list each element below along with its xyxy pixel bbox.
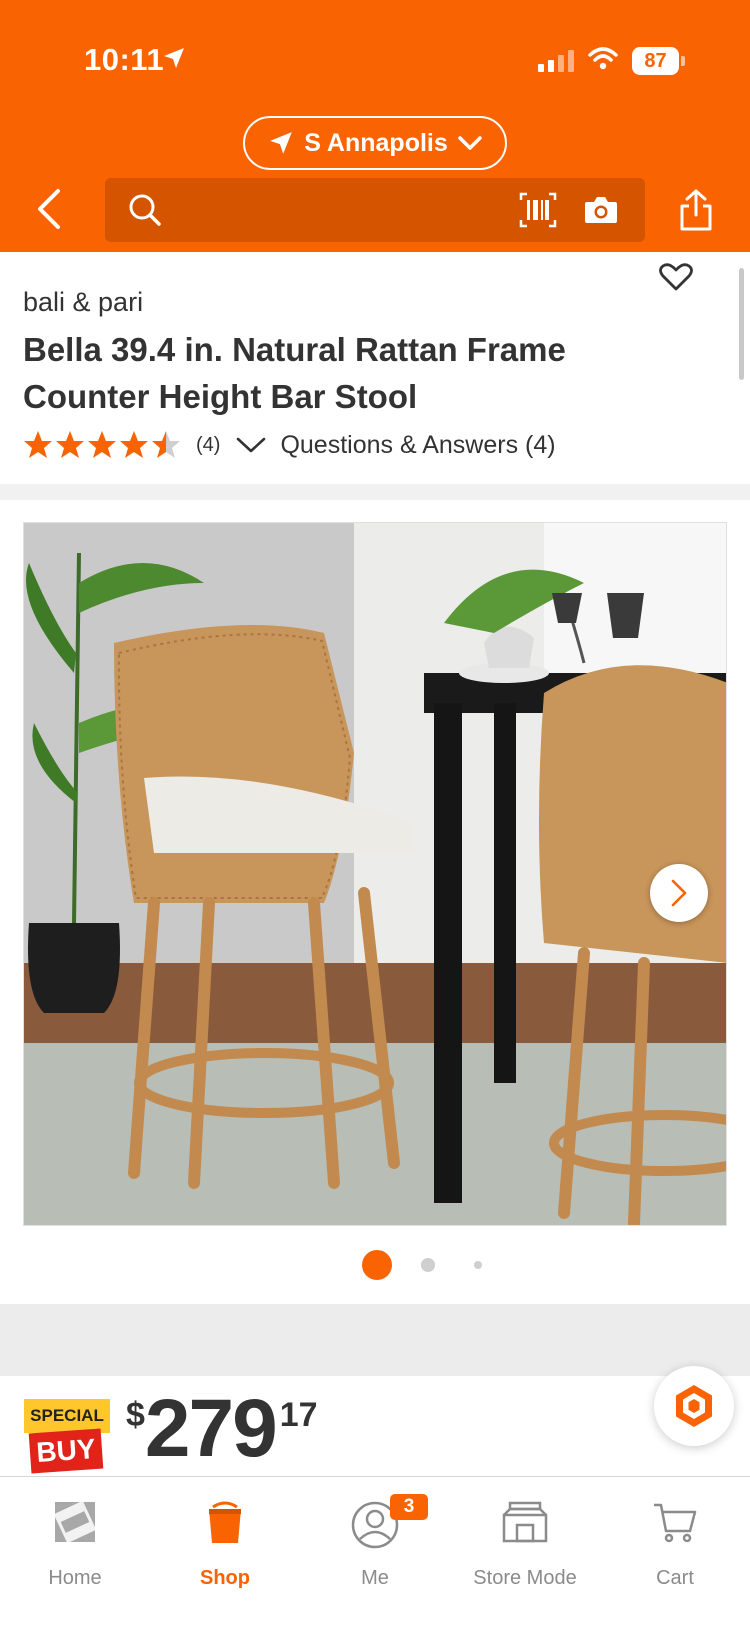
chat-assistant-icon xyxy=(676,1385,712,1427)
product-price: $ 279 17 xyxy=(126,1388,318,1470)
gallery-next-button[interactable] xyxy=(650,864,708,922)
star-icon xyxy=(24,431,52,458)
back-arrow-icon[interactable] xyxy=(32,188,66,230)
price-dollars: 279 xyxy=(144,1383,278,1474)
price-card xyxy=(0,1376,750,1476)
special-buy-badge: SPECIAL BUY xyxy=(24,1399,112,1477)
status-time: 10:11 xyxy=(84,42,165,77)
shop-bucket-icon xyxy=(209,1501,241,1543)
store-location-label: S Annapolis xyxy=(304,128,448,157)
half-star-icon xyxy=(152,431,180,458)
scrollbar-thumb[interactable] xyxy=(739,268,744,380)
tab-me[interactable]: 3 Me xyxy=(300,1489,450,1599)
star-icon xyxy=(88,431,116,458)
product-image[interactable] xyxy=(23,522,727,1226)
product-title: Bella 39.4 in. Natural Rattan Frame Coun… xyxy=(23,331,566,415)
price-cents: 17 xyxy=(279,1396,318,1434)
tab-home-label: Home xyxy=(48,1567,102,1589)
app-header: 10:11 87 S Annapolis xyxy=(0,0,750,252)
chat-assistant-button[interactable] xyxy=(654,1366,734,1446)
tab-shop[interactable]: Shop xyxy=(150,1489,300,1599)
notification-badge: 3 xyxy=(390,1494,428,1520)
cart-icon xyxy=(654,1503,697,1543)
gallery-pagination xyxy=(0,1250,750,1280)
price-currency: $ xyxy=(126,1396,145,1434)
home-depot-logo-icon xyxy=(54,1501,96,1543)
wifi-icon xyxy=(588,47,618,70)
gallery-dot[interactable] xyxy=(474,1261,482,1269)
share-icon[interactable] xyxy=(678,188,714,232)
location-arrow-icon xyxy=(270,132,293,154)
tab-cart[interactable]: Cart xyxy=(600,1489,750,1599)
tab-store-mode[interactable]: Store Mode xyxy=(450,1489,600,1599)
location-services-icon xyxy=(164,48,184,68)
tab-me-label: Me xyxy=(361,1567,389,1589)
favorite-heart-icon[interactable] xyxy=(659,262,693,292)
store-location-selector[interactable]: S Annapolis xyxy=(243,116,507,170)
tab-store-mode-label: Store Mode xyxy=(473,1567,577,1589)
review-count[interactable]: (4) xyxy=(196,434,220,457)
store-icon xyxy=(502,1501,548,1543)
star-icon xyxy=(56,431,84,458)
tab-home[interactable]: Home xyxy=(0,1489,150,1599)
gallery-dot[interactable] xyxy=(421,1258,435,1272)
barcode-scanner-icon[interactable] xyxy=(519,192,557,228)
product-brand[interactable]: bali & pari xyxy=(23,287,143,318)
battery-tip xyxy=(681,56,685,66)
tab-shop-label: Shop xyxy=(200,1567,250,1589)
rating-row: (4) Questions & Answers (4) xyxy=(23,430,556,460)
chevron-down-icon[interactable] xyxy=(236,436,266,454)
star-icon xyxy=(120,431,148,458)
camera-icon[interactable] xyxy=(583,194,619,226)
bottom-tab-bar: Home Shop 3 Me Store Mode Cart xyxy=(0,1476,750,1631)
search-icon xyxy=(129,194,161,226)
rating-stars[interactable] xyxy=(23,430,181,460)
cellular-signal-icon xyxy=(538,50,574,72)
chevron-right-icon xyxy=(671,879,687,907)
chevron-down-icon xyxy=(458,136,482,150)
battery-indicator: 87 xyxy=(632,47,679,75)
tab-cart-label: Cart xyxy=(656,1567,694,1589)
special-buy-bottom: BUY xyxy=(28,1428,104,1474)
questions-answers-link[interactable]: Questions & Answers (4) xyxy=(280,431,555,460)
gallery-dot-active[interactable] xyxy=(362,1250,392,1280)
search-input[interactable] xyxy=(105,178,645,242)
